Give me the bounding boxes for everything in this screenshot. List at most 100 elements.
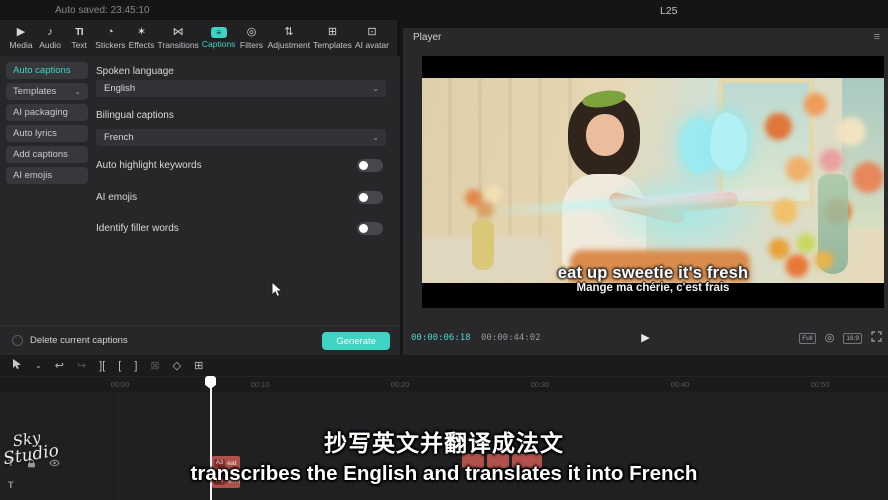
ai-emojis-toggle[interactable]: [357, 191, 383, 204]
chevron-down-icon: ⌄: [74, 83, 81, 100]
filters-icon: ◎: [247, 26, 257, 39]
auto-highlight-row: Auto highlight keywords: [96, 159, 386, 173]
sidebar-item-ai-emojis[interactable]: AI emojis: [6, 167, 88, 184]
video-frame: eat up sweetie it's fresh: [422, 78, 884, 283]
auto-highlight-label: Auto highlight keywords: [96, 160, 202, 171]
ribbon-tab-templates[interactable]: ⊞ Templates: [313, 26, 352, 50]
video-preview[interactable]: eat up sweetie it's fresh Mange ma chéri…: [422, 56, 884, 308]
ribbon-tab-label: Text: [71, 40, 87, 50]
player-controls: 00:00:06:18 00:00:44:02 ▶ Full ◎ 16:9: [403, 329, 888, 347]
mouse-cursor: [271, 281, 284, 303]
ribbon-tab-effects[interactable]: ✶ Effects: [128, 26, 154, 50]
ribbon-tab-label: Filters: [240, 40, 263, 50]
duration-timecode: 00:00:44:02: [481, 333, 541, 343]
audio-icon: ♪: [47, 26, 53, 39]
app-window: Auto saved: 23:45:10 L25 ▶ Media ♪ Audio…: [0, 0, 888, 500]
sidebar-item-label: Auto captions: [13, 62, 71, 79]
subtitle-overlay-english: transcribes the English and translates i…: [0, 462, 888, 486]
spoken-language-value: English: [104, 83, 135, 94]
ribbon-toolbar: ▶ Media ♪ Audio TI Text ◔ Stickers ✶ Eff…: [0, 20, 397, 56]
ribbon-tab-label: Templates: [313, 40, 352, 50]
zoom-fit-icon[interactable]: ◎: [825, 333, 835, 344]
ruler-label: 00:40: [671, 380, 690, 389]
adjustment-icon: ⇅: [284, 26, 293, 39]
trim-right-icon[interactable]: ]: [134, 359, 137, 373]
current-timecode: 00:00:06:18: [411, 333, 471, 343]
sidebar-item-label: Templates: [13, 83, 56, 100]
filler-words-label: Identify filler words: [96, 223, 179, 234]
split-icon[interactable]: ][: [99, 359, 105, 373]
player-menu-icon[interactable]: ≡: [874, 31, 880, 43]
timeline-toolbar: ⌄ ↩ ↪ ][ [ ] ⊠ ◇ ⊞: [0, 357, 203, 375]
delete-icon[interactable]: ⊠: [150, 359, 159, 373]
delete-captions-checkbox[interactable]: [12, 335, 23, 346]
redo-icon[interactable]: ↪: [77, 359, 86, 373]
transitions-icon: ⋈: [173, 26, 184, 39]
text-icon: TI: [75, 26, 83, 39]
filler-words-toggle[interactable]: [357, 222, 383, 235]
templates-icon: ⊞: [328, 26, 337, 39]
ribbon-tab-label: Adjustment: [268, 40, 311, 50]
video-caption-primary: eat up sweetie it's fresh: [422, 264, 884, 283]
player-title: Player: [413, 32, 441, 43]
select-tool-chevron-icon[interactable]: ⌄: [35, 359, 42, 373]
ribbon-tab-ai-avatar[interactable]: ⊡ AI avatar: [355, 26, 389, 50]
hologram-glow: [590, 170, 770, 254]
sidebar-item-auto-captions[interactable]: Auto captions: [6, 62, 88, 79]
generate-button[interactable]: Generate: [322, 332, 390, 350]
ribbon-tab-media[interactable]: ▶ Media: [8, 26, 34, 50]
ribbon-tab-filters[interactable]: ◎ Filters: [239, 26, 265, 50]
full-preview-button[interactable]: Full: [799, 333, 815, 344]
ruler-label: 00:10: [251, 380, 270, 389]
ruler-label: 00:30: [531, 380, 550, 389]
ribbon-tab-transitions[interactable]: ⋈ Transitions: [158, 26, 199, 50]
aspect-ratio-button[interactable]: 16:9: [843, 333, 862, 344]
select-tool-icon[interactable]: [12, 358, 22, 374]
player-view-controls: Full ◎ 16:9: [799, 331, 882, 345]
bilingual-captions-select[interactable]: French ⌄: [96, 129, 386, 146]
captions-panel: Auto captions Templates ⌄ AI packaging A…: [0, 56, 400, 355]
sidebar-item-add-captions[interactable]: Add captions: [6, 146, 88, 163]
ribbon-tab-label: Audio: [39, 40, 61, 50]
undo-icon[interactable]: ↩: [55, 359, 64, 373]
ribbon-tab-adjustment[interactable]: ⇅ Adjustment: [268, 26, 311, 50]
sidebar-item-templates[interactable]: Templates ⌄: [6, 83, 88, 100]
effects-icon: ✶: [137, 26, 146, 39]
ribbon-tab-captions[interactable]: ≡ Captions: [202, 27, 236, 49]
subtitle-overlay-chinese: 抄写英文并翻译成法文: [0, 424, 888, 458]
mask-icon[interactable]: ◇: [173, 359, 181, 373]
chevron-down-icon: ⌄: [372, 129, 379, 146]
bilingual-captions-label: Bilingual captions: [96, 110, 174, 121]
left-vase: [472, 220, 494, 270]
crop-icon[interactable]: ⊞: [194, 359, 203, 373]
toggle-knob: [359, 224, 368, 233]
ribbon-tab-stickers[interactable]: ◔ Stickers: [95, 26, 125, 50]
autosave-status: Auto saved: 23:45:10: [55, 5, 150, 16]
player-header: Player ≡: [403, 28, 888, 47]
toggle-knob: [359, 161, 368, 170]
sidebar-item-auto-lyrics[interactable]: Auto lyrics: [6, 125, 88, 142]
ribbon-tab-text[interactable]: TI Text: [66, 26, 92, 50]
timeline-ruler[interactable]: 00:00 00:10 00:20 00:30 00:40 00:50: [0, 376, 888, 391]
ribbon-tab-audio[interactable]: ♪ Audio: [37, 26, 63, 50]
woman-face: [586, 114, 624, 156]
trim-left-icon[interactable]: [: [118, 359, 121, 373]
bilingual-captions-value: French: [104, 132, 134, 143]
ai-emojis-row: AI emojis: [96, 191, 386, 205]
sidebar-item-ai-packaging[interactable]: AI packaging: [6, 104, 88, 121]
ribbon-tab-label: Transitions: [158, 40, 199, 50]
topbar: Auto saved: 23:45:10 L25: [0, 0, 888, 20]
ai-emojis-label: AI emojis: [96, 192, 137, 203]
fullscreen-icon[interactable]: [871, 331, 882, 345]
ribbon-tab-label: Stickers: [95, 40, 125, 50]
play-button[interactable]: ▶: [641, 331, 649, 344]
spoken-language-select[interactable]: English ⌄: [96, 80, 386, 97]
captions-icon: ≡: [211, 27, 227, 38]
sidebar-item-label: Add captions: [13, 146, 68, 163]
media-icon: ▶: [17, 26, 25, 39]
sidebar-item-label: AI packaging: [13, 104, 68, 121]
delete-captions-label: Delete current captions: [30, 335, 128, 346]
auto-highlight-toggle[interactable]: [357, 159, 383, 172]
ruler-label: 00:50: [811, 380, 830, 389]
sidebar-item-label: Auto lyrics: [13, 125, 57, 142]
